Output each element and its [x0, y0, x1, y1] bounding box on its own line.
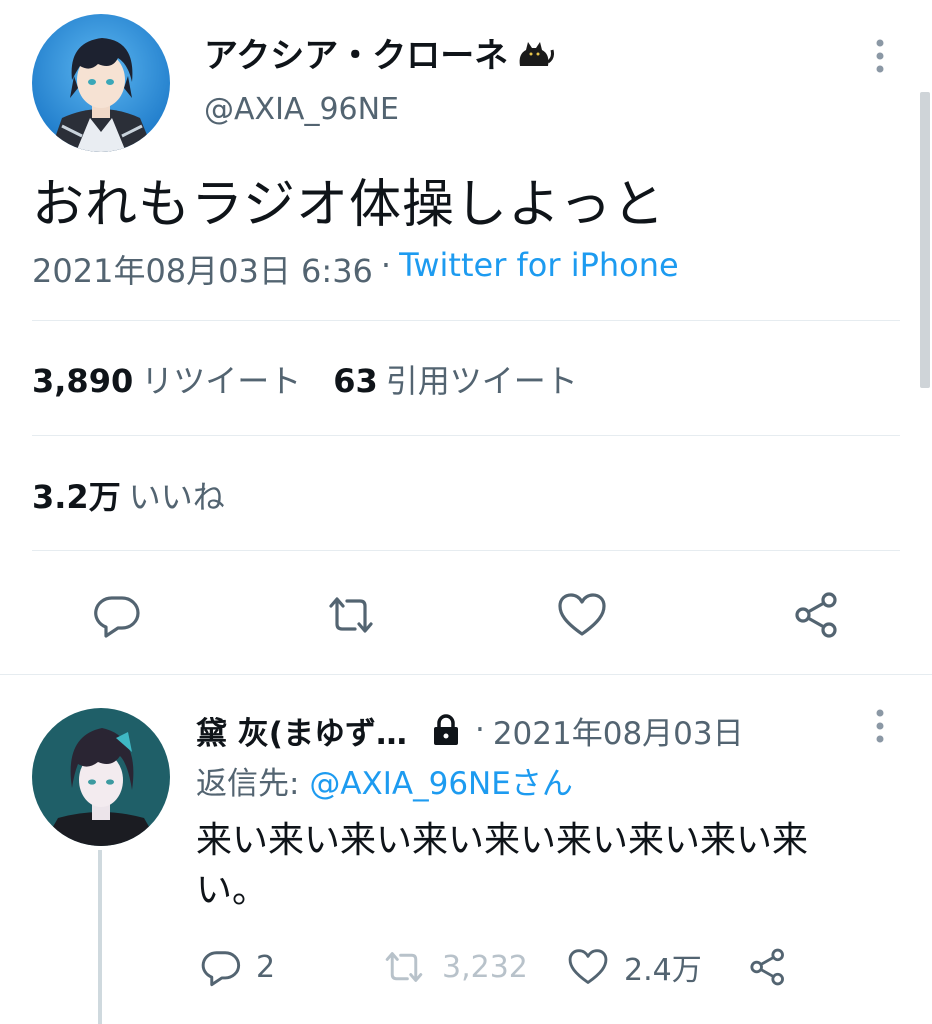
scrollbar-thumb[interactable] — [920, 92, 930, 388]
retweets-count: 3,890 — [32, 362, 134, 400]
section-divider — [0, 674, 932, 675]
reply-retweet-count: 3,232 — [442, 949, 528, 985]
reply-action-reply[interactable]: 2 — [200, 944, 275, 990]
heart-icon — [568, 949, 608, 984]
replying-to-row: 返信先: @AXIA_96NEさん — [196, 758, 573, 803]
retweets-stat[interactable]: 3,890 リツイート — [32, 356, 301, 402]
divider — [32, 435, 900, 436]
quotes-count: 63 — [333, 362, 378, 400]
lock-icon — [429, 712, 463, 748]
retweet-icon — [385, 952, 423, 982]
heart-icon — [558, 593, 606, 636]
retweet-icon — [329, 597, 373, 633]
more-vertical-icon — [876, 709, 884, 743]
tweet-source-link[interactable]: Twitter for iPhone — [399, 246, 679, 292]
retweet-stats-row: 3,890 リツイート 63 引用ツイート — [32, 356, 578, 402]
reply-bubble-icon — [201, 951, 241, 987]
tweet-text: おれもラジオ体操しよっと — [32, 175, 666, 235]
reply-author-name[interactable]: 黛 灰(まゆず… — [196, 708, 407, 753]
divider — [32, 550, 900, 551]
author-avatar[interactable] — [32, 14, 170, 152]
reply-author-avatar[interactable] — [32, 708, 170, 846]
black-cat-emoji-icon — [514, 32, 555, 72]
reply-text: 来い来い来い来い来い来い来い来い来い。 — [196, 820, 809, 911]
tweet-meta-row: 2021年08月03日 6:36 · Twitter for iPhone — [32, 246, 679, 292]
author-display-name[interactable]: アクシア・クローネ — [204, 28, 508, 77]
reply-button[interactable] — [88, 586, 146, 644]
reply-author-avatar-image — [32, 708, 170, 846]
likes-label: いいね — [128, 478, 225, 516]
meta-separator: · — [380, 246, 392, 284]
author-handle[interactable]: @AXIA_96NE — [204, 92, 399, 127]
reply-action-share[interactable] — [744, 944, 792, 990]
retweets-label: リツイート — [141, 362, 302, 400]
thread-connector-line — [98, 850, 102, 1024]
tweet-more-menu-button[interactable] — [864, 36, 896, 76]
author-name-row: アクシア・クローネ — [204, 28, 555, 77]
retweet-button[interactable] — [320, 586, 382, 644]
likes-count: 3.2万 — [32, 478, 121, 516]
replying-to-label: 返信先: — [196, 766, 310, 802]
tweet-timestamp[interactable]: 2021年08月03日 6:36 — [32, 246, 373, 292]
reply-like-count: 2.4万 — [624, 953, 702, 988]
author-avatar-image — [32, 14, 170, 152]
reply-date[interactable]: 2021年08月03日 — [493, 708, 744, 753]
quotes-stat[interactable]: 63 引用ツイート — [333, 356, 578, 402]
divider — [32, 320, 900, 321]
like-button[interactable] — [552, 586, 612, 644]
share-icon — [795, 592, 837, 638]
reply-action-like[interactable]: 2.4万 — [566, 944, 702, 990]
reply-meta-separator: · — [474, 712, 485, 748]
reply-more-menu-button[interactable] — [864, 706, 896, 746]
reply-count: 2 — [256, 949, 276, 985]
reply-action-retweet[interactable]: 3,232 — [380, 944, 528, 990]
share-icon — [750, 948, 784, 986]
share-button[interactable] — [788, 586, 846, 644]
reply-header-row: 黛 灰(まゆず… · 2021年08月03日 — [196, 708, 744, 752]
more-vertical-icon — [876, 39, 884, 73]
reply-bubble-icon — [94, 596, 140, 638]
replying-to-handle-link[interactable]: @AXIA_96NEさん — [309, 766, 573, 802]
quotes-label: 引用ツイート — [385, 362, 578, 400]
likes-stat[interactable]: 3.2万 いいね — [32, 472, 225, 518]
